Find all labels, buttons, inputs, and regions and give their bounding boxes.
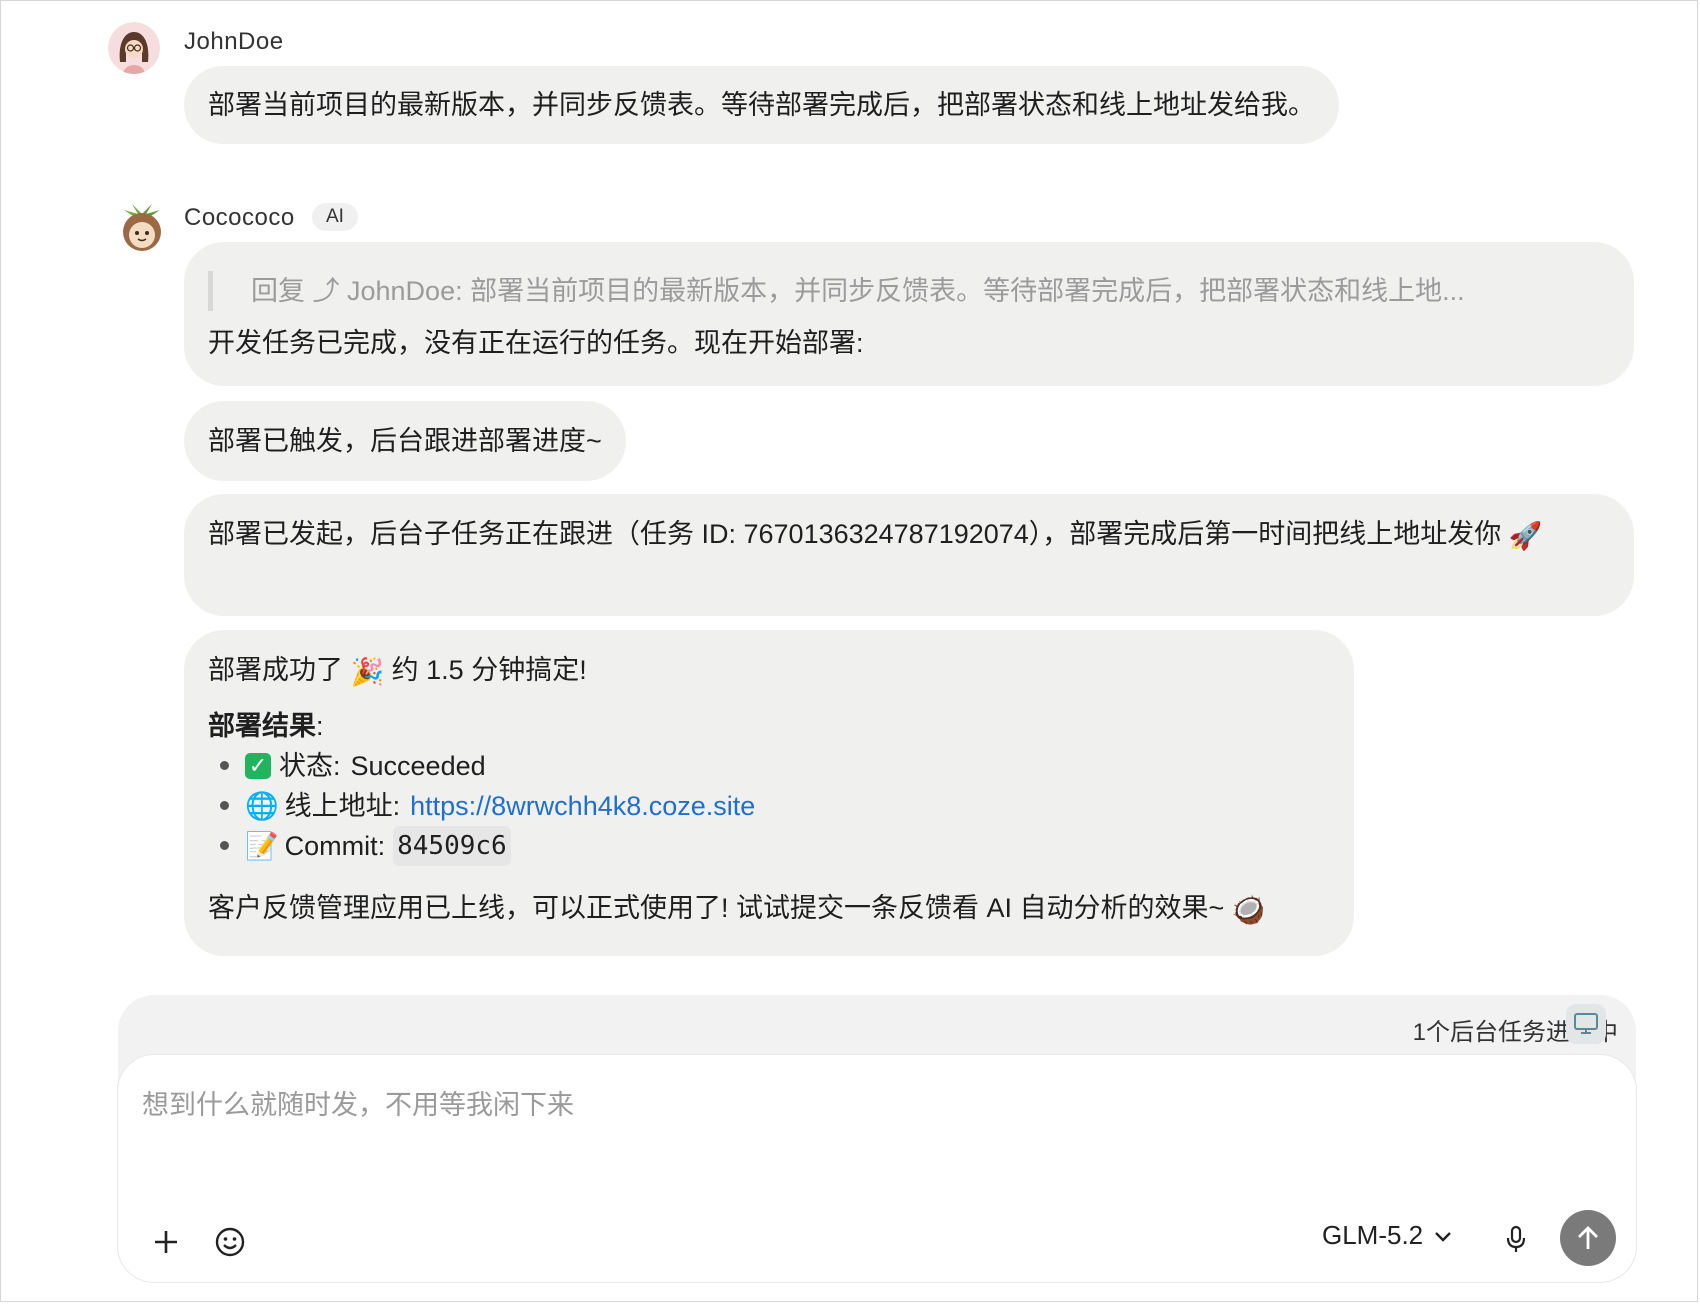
bullet <box>220 761 229 771</box>
deploy-url-link[interactable]: https://8wrwchh4k8.coze.site <box>410 786 755 826</box>
bullet <box>220 801 229 811</box>
list-item-status: ✓ 状态: Succeeded <box>208 746 1330 786</box>
ai-message-bubble-1: 回复 ⤴ JohnDoe: 部署当前项目的最新版本，并同步反馈表。等待部署完成后… <box>184 242 1634 386</box>
ai-message-bubble-2: 部署已触发，后台跟进部署进度~ <box>184 401 626 481</box>
ai-avatar[interactable] <box>116 200 168 252</box>
ai-message-bubble-4: 部署成功了 🎉 约 1.5 分钟搞定! 部署结果: ✓ 状态: Succeede… <box>184 630 1354 956</box>
list-item-url: 🌐 线上地址: https://8wrwchh4k8.coze.site <box>208 786 1330 826</box>
send-arrow-icon <box>1578 1226 1598 1249</box>
rocket-icon: 🚀 <box>1508 520 1543 551</box>
model-selector[interactable]: GLM-5.2 <box>1322 1220 1453 1251</box>
chevron-down-icon <box>1435 1231 1452 1242</box>
ai-name: Cocococo <box>184 204 295 231</box>
url-label: 线上地址: <box>284 790 401 821</box>
microphone-icon <box>1506 1225 1526 1252</box>
headline-duration: 约 1.5 分钟搞定! <box>391 655 587 685</box>
user-avatar[interactable] <box>108 22 160 74</box>
party-popper-icon: 🎉 <box>350 656 385 687</box>
reply-quote-text: 回复 ⤴ JohnDoe: 部署当前项目的最新版本，并同步反馈表。等待部署完成后… <box>251 276 1465 306</box>
list-item-commit: 📝 Commit: 84509c6 <box>208 825 1330 866</box>
deploy-headline: 部署成功了 🎉 约 1.5 分钟搞定! <box>208 650 1330 692</box>
emoji-icon <box>215 1227 245 1257</box>
voice-input-button[interactable] <box>1496 1220 1536 1260</box>
footer-text: 客户反馈管理应用已上线，可以正式使用了! 试试提交一条反馈看 AI 自动分析的效… <box>208 892 1225 923</box>
user-message-bubble: 部署当前项目的最新版本，并同步反馈表。等待部署完成后，把部署状态和线上地址发给我… <box>184 66 1339 144</box>
emoji-button[interactable] <box>210 1222 250 1262</box>
deploy-result-title: 部署结果: <box>208 706 1330 746</box>
ai-message-1-text: 开发任务已完成，没有正在运行的任务。现在开始部署: <box>208 328 864 358</box>
message-input-placeholder: 想到什么就随时发，不用等我闲下来 <box>142 1090 574 1120</box>
commit-hash: 84509c6 <box>393 825 511 866</box>
ai-message-3-text: 部署已发起，后台子任务正在跟进（任务 ID: 76701363247871920… <box>208 519 1502 549</box>
model-name: GLM-5.2 <box>1322 1220 1424 1250</box>
user-message-text: 部署当前项目的最新版本，并同步反馈表。等待部署完成后，把部署状态和线上地址发给我… <box>208 90 1315 120</box>
memo-icon: 📝 <box>245 830 279 861</box>
ai-badge: AI <box>312 203 358 231</box>
headline-text: 部署成功了 <box>208 655 343 685</box>
globe-icon: 🌐 <box>245 790 279 821</box>
deploy-result-list: ✓ 状态: Succeeded 🌐 线上地址: https://8wrwchh4… <box>208 746 1330 866</box>
monitor-button[interactable] <box>1566 1004 1606 1044</box>
send-button[interactable] <box>1560 1210 1616 1266</box>
commit-label: Commit: <box>284 830 386 861</box>
add-icon <box>155 1231 177 1253</box>
check-mark-icon: ✓ <box>245 752 271 779</box>
ai-message-2-text: 部署已触发，后台跟进部署进度~ <box>208 426 602 456</box>
add-button[interactable] <box>146 1222 186 1262</box>
bullet <box>220 841 229 851</box>
monitor-icon <box>1574 1013 1598 1034</box>
user-name: JohnDoe <box>184 28 284 55</box>
section-title: 部署结果 <box>208 710 316 741</box>
ai-message-bubble-3: 部署已发起，后台子任务正在跟进（任务 ID: 76701363247871920… <box>184 494 1634 616</box>
coconut-icon: 🥥 <box>1231 894 1266 925</box>
deploy-footer: 客户反馈管理应用已上线，可以正式使用了! 试试提交一条反馈看 AI 自动分析的效… <box>208 888 1330 930</box>
status-label: 状态: <box>279 750 341 781</box>
section-colon: : <box>316 710 324 741</box>
reply-quote[interactable]: 回复 ⤴ JohnDoe: 部署当前项目的最新版本，并同步反馈表。等待部署完成后… <box>208 271 1610 311</box>
status-value: Succeeded <box>350 750 486 781</box>
